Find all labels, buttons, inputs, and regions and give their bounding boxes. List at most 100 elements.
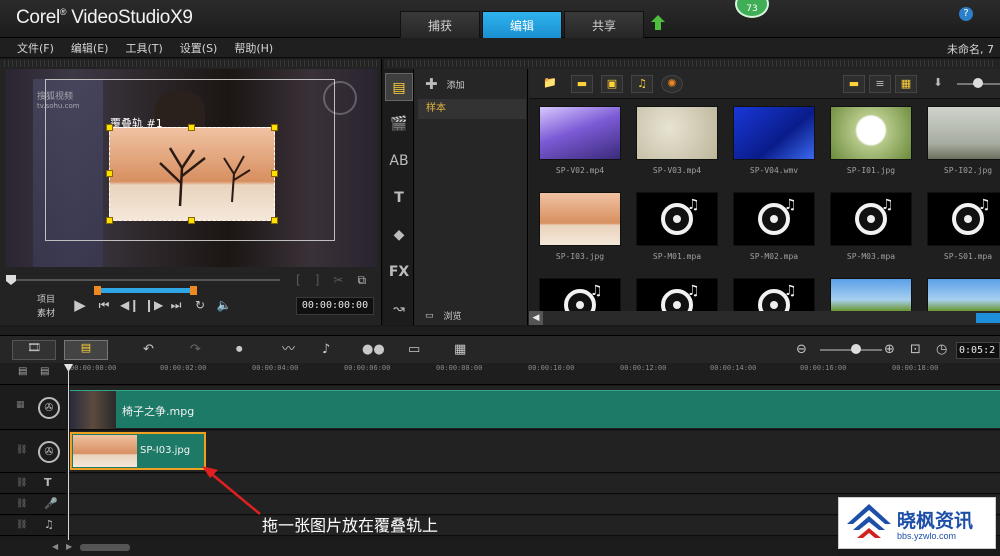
- grid-view-icon[interactable]: ▦: [895, 75, 917, 93]
- library-item[interactable]: [823, 273, 919, 311]
- timeline-ruler[interactable]: ▤ ▤ 00:00:00:00 00:00:02:00 00:00:04:00 …: [0, 363, 1000, 385]
- preview-timecode[interactable]: 00:00:00:00: [296, 297, 374, 315]
- scroll-left-icon[interactable]: ◀: [52, 542, 58, 551]
- playhead[interactable]: [68, 365, 69, 550]
- panel-grip[interactable]: [4, 60, 377, 67]
- track-manager-icon[interactable]: ▤: [18, 366, 27, 377]
- library-item[interactable]: ♫ SP-M01.mpa: [629, 187, 725, 273]
- resize-handle-l[interactable]: [106, 170, 113, 177]
- library-item[interactable]: SP-I02.jpg: [920, 101, 1000, 187]
- scroll-right-icon[interactable]: ▶: [66, 542, 72, 551]
- auto-music-icon[interactable]: ♪: [322, 341, 330, 359]
- menu-settings[interactable]: 设置(S): [180, 40, 218, 56]
- resize-handle-bl[interactable]: [106, 217, 113, 224]
- mode-clip[interactable]: 素材: [37, 307, 55, 321]
- menu-file[interactable]: 文件(F): [17, 40, 54, 56]
- library-item[interactable]: [920, 273, 1000, 311]
- library-item[interactable]: ♫: [532, 273, 628, 311]
- title-icon[interactable]: T: [385, 184, 413, 212]
- tab-capture[interactable]: 捕获: [400, 11, 480, 38]
- track-link-icon[interactable]: ⛓: [16, 520, 27, 530]
- library-item[interactable]: ♫: [726, 273, 822, 311]
- tab-share[interactable]: 共享: [564, 11, 644, 38]
- multi-camera-icon[interactable]: ▦: [454, 341, 466, 359]
- resize-handle-r[interactable]: [271, 170, 278, 177]
- thumbnail-size-knob[interactable]: [973, 78, 983, 88]
- zoom-out-icon[interactable]: ⊖: [796, 341, 807, 359]
- library-grip[interactable]: [388, 60, 996, 67]
- mark-out-icon[interactable]: ]: [315, 273, 320, 288]
- thumbnail-view-icon[interactable]: ▬: [843, 75, 865, 93]
- track-link-icon[interactable]: ⛓: [16, 499, 27, 509]
- scrub-track[interactable]: [10, 279, 280, 281]
- redo-icon[interactable]: ↷: [190, 341, 201, 359]
- transition-icon[interactable]: AB: [385, 147, 413, 175]
- volume-icon[interactable]: 🔈: [216, 297, 232, 313]
- folder-samples[interactable]: 样本: [418, 99, 526, 119]
- notification-badge[interactable]: 73: [735, 0, 769, 18]
- resize-handle-tr[interactable]: [271, 124, 278, 131]
- list-view-icon[interactable]: ≡: [869, 75, 891, 93]
- overlay-clip[interactable]: SP-I03.jpg: [70, 432, 206, 470]
- mark-in-icon[interactable]: [: [296, 273, 301, 288]
- upload-arrow-icon[interactable]: [651, 15, 665, 31]
- library-item[interactable]: ♫ SP-S01.mpa: [920, 187, 1000, 273]
- play-icon[interactable]: ▶: [72, 297, 88, 313]
- video-track-icon[interactable]: ✇: [38, 397, 60, 419]
- import-folder-icon[interactable]: 📁: [539, 75, 561, 93]
- menu-edit[interactable]: 编辑(E): [71, 40, 109, 56]
- record-capture-icon[interactable]: ⏺: [236, 341, 243, 359]
- overlay-clip-preview[interactable]: [109, 127, 275, 221]
- preview-window[interactable]: 搜狐视频 tv.sohu.com 覆叠轨 #1: [5, 69, 377, 267]
- graphic-icon[interactable]: ◆: [385, 221, 413, 249]
- track-link-icon[interactable]: ⛓: [16, 478, 27, 488]
- scroll-thumb[interactable]: [976, 313, 1000, 323]
- media-icon[interactable]: ▤: [385, 73, 413, 101]
- split-icon[interactable]: ✂: [333, 273, 343, 288]
- help-icon[interactable]: ?: [959, 7, 973, 21]
- instant-project-icon[interactable]: 🎬: [385, 110, 413, 138]
- library-item[interactable]: SP-I01.jpg: [823, 101, 919, 187]
- timeline-grip[interactable]: [0, 327, 1000, 335]
- mode-project[interactable]: 项目: [37, 293, 55, 307]
- repeat-icon[interactable]: ↻: [192, 297, 208, 313]
- zoom-knob[interactable]: [851, 344, 861, 354]
- timeline-view-button[interactable]: ▤: [64, 340, 108, 360]
- subtitle-editor-icon[interactable]: ▭: [408, 341, 420, 359]
- resize-handle-b[interactable]: [188, 217, 195, 224]
- timeline-scrollbar[interactable]: [80, 544, 130, 551]
- library-scrollbar[interactable]: ◀: [529, 311, 1000, 325]
- next-frame-icon[interactable]: ❙▶: [144, 297, 163, 313]
- track-visibility-icon[interactable]: ▦: [16, 400, 25, 410]
- scroll-left-icon[interactable]: ◀: [529, 311, 543, 325]
- resize-handle-br[interactable]: [271, 217, 278, 224]
- library-item[interactable]: SP-V03.mp4: [629, 101, 725, 187]
- overlay-track-icon[interactable]: ✇: [38, 441, 60, 463]
- microphone-icon[interactable]: 🎤: [44, 497, 58, 510]
- path-icon[interactable]: ↝: [385, 295, 413, 323]
- show-photos-icon[interactable]: ▣: [601, 75, 623, 93]
- library-item[interactable]: SP-I03.jpg: [532, 187, 628, 273]
- resize-handle-t[interactable]: [188, 124, 195, 131]
- add-folder-button[interactable]: ✚ 添加: [425, 75, 465, 93]
- title-track-icon[interactable]: T: [44, 476, 52, 489]
- previous-frame-icon[interactable]: ◀❙: [120, 297, 139, 313]
- library-item[interactable]: SP-V02.mp4: [532, 101, 628, 187]
- resize-handle-tl[interactable]: [106, 124, 113, 131]
- menu-tools[interactable]: 工具(T): [125, 40, 162, 56]
- sort-clips-icon[interactable]: ⬇: [927, 75, 949, 93]
- sound-mixer-icon[interactable]: 〰: [282, 341, 295, 359]
- library-item[interactable]: SP-V04.wmv: [726, 101, 822, 187]
- library-item[interactable]: ♫: [629, 273, 725, 311]
- track-link-icon[interactable]: ⛓: [16, 445, 27, 455]
- music-track-icon[interactable]: ♫: [44, 518, 54, 531]
- tab-edit[interactable]: 编辑: [482, 11, 562, 38]
- go-to-end-icon[interactable]: ⏭: [168, 297, 184, 313]
- scrub-handle[interactable]: [6, 275, 16, 285]
- sort-icon[interactable]: ✺: [661, 75, 683, 93]
- show-audio-icon[interactable]: ♫: [631, 75, 653, 93]
- fit-project-icon[interactable]: ⊡: [910, 341, 921, 359]
- go-to-start-icon[interactable]: ⏮: [96, 297, 112, 313]
- chapter-icon[interactable]: ▤: [40, 366, 49, 377]
- browse-button[interactable]: ▭ 浏览: [425, 309, 462, 323]
